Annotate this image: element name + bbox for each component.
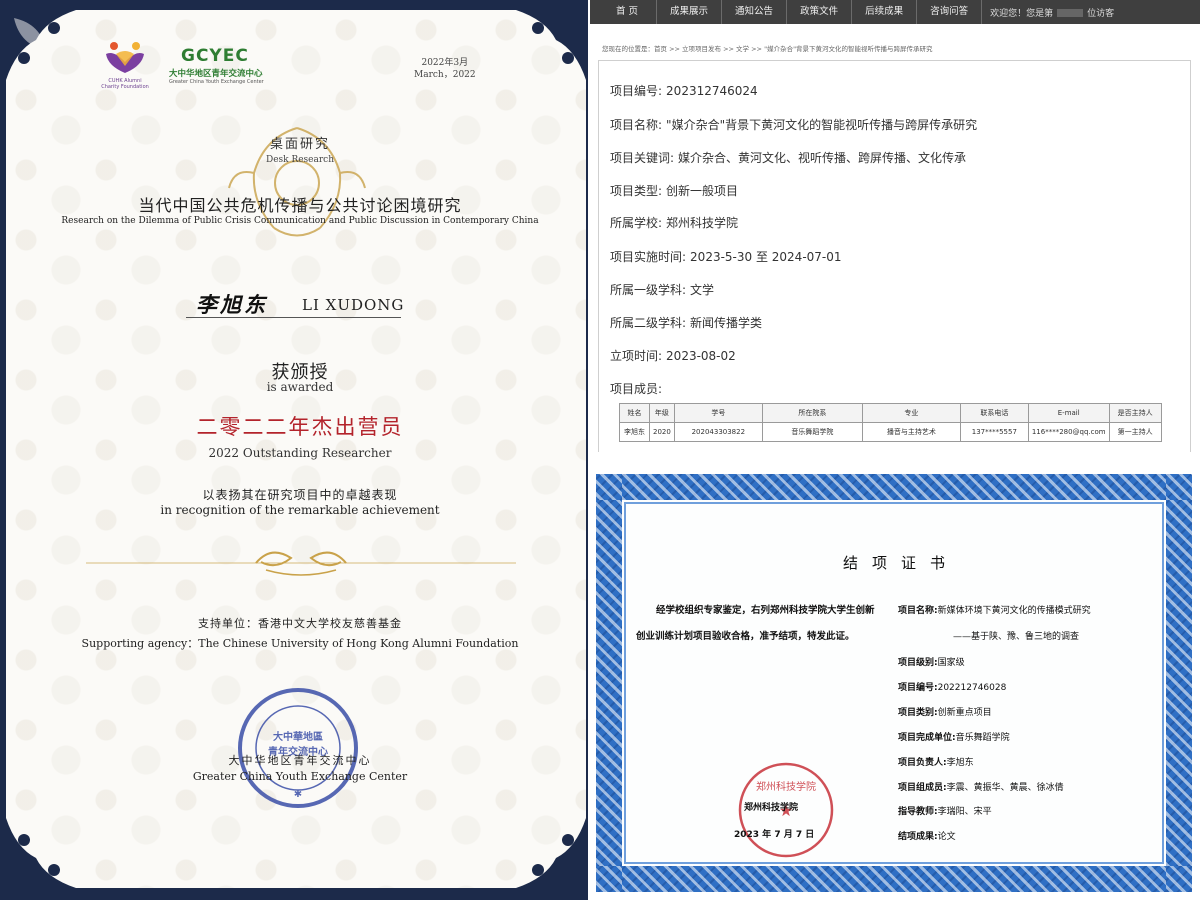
- row-level: 项目级别:国家级: [898, 658, 965, 668]
- table-header: 联系电话: [959, 403, 1029, 423]
- row-leader: 项目负责人:李旭东: [898, 758, 974, 768]
- recipient-name-cn: 李旭东: [196, 292, 268, 317]
- corner-ornament-icon: [496, 10, 586, 100]
- recognition-en: in recognition of the remarkable achieve…: [160, 503, 440, 517]
- content-frame-left: [598, 60, 599, 452]
- cuhk-logo-caption: CUHK Alumni Charity Foundation: [101, 78, 149, 90]
- date-en: March，2022: [414, 70, 476, 80]
- certificate-title: 结项证书: [842, 554, 959, 572]
- corner-ornament-icon: [496, 798, 586, 888]
- corner-ornament-icon: [6, 798, 96, 888]
- row-members: 项目组成员:李震、黄振华、黄晨、徐冰倩: [898, 783, 1064, 793]
- table-row: 李旭东 2020 202043303822 音乐舞蹈学院 播音与主持艺术 137…: [619, 422, 1162, 442]
- welcome-text: 欢迎您！您是第: [990, 8, 1054, 19]
- recipient-name-en: LI XUDONG: [302, 296, 405, 314]
- field-approval-date: 立项时间: 2023-08-02: [610, 349, 736, 363]
- research-title-en: Research on the Dilemma of Public Crisis…: [61, 216, 539, 226]
- table-cell: 137****5557: [959, 422, 1029, 442]
- field-secondary-discipline: 所属二级学科: 新闻传播学类: [610, 316, 763, 330]
- field-school: 所属学校: 郑州科技学院: [610, 216, 739, 230]
- nav-faq[interactable]: 咨询问答: [917, 0, 983, 24]
- awarded-en: is awarded: [266, 380, 334, 394]
- field-project-name: 项目名称: "媒介杂合"背景下黄河文化的智能视听传播与跨屏传承研究: [610, 118, 978, 132]
- breadcrumb[interactable]: 您现在的位置是：首页 >> 立项项目发布 >> 文学 >> "媒介杂合"背景下黄…: [602, 43, 933, 53]
- table-header: 专业: [861, 403, 961, 423]
- desk-research-cn: 桌面研究: [269, 137, 330, 152]
- gcyec-name-cn: 大中华地区青年交流中心: [169, 69, 263, 79]
- table-header: 姓名: [619, 403, 650, 423]
- award-title-en: 2022 Outstanding Researcher: [208, 446, 392, 460]
- table-cell: 音乐舞蹈学院: [761, 422, 863, 442]
- gcyec-abbr: GCYEC: [181, 46, 249, 66]
- table-header: 是否主持人: [1108, 403, 1162, 423]
- table-header: 年级: [649, 403, 675, 423]
- svg-text:大中華地區: 大中華地區: [273, 730, 323, 743]
- row-category: 项目类别:创新重点项目: [898, 708, 992, 718]
- row-unit: 项目完成单位:音乐舞蹈学院: [898, 733, 1010, 743]
- desk-research-en: Desk Research: [265, 155, 335, 165]
- gcyec-name-en: Greater China Youth Exchange Center: [169, 79, 264, 85]
- honor-certificate: CUHK Alumni Charity Foundation GCYEC 大中华…: [0, 0, 588, 900]
- heart-people-icon: [106, 42, 144, 73]
- issue-date: 2023 年 7 月 7 日: [734, 830, 815, 840]
- corner-ornament-icon: [6, 10, 96, 100]
- date-cn: 2022年3月: [421, 58, 469, 68]
- field-project-number: 项目编号: 202312746024: [610, 84, 758, 98]
- gold-divider-icon: [86, 551, 516, 576]
- nav-announcements[interactable]: 通知公告: [722, 0, 788, 24]
- row-number: 项目编号:202212746028: [898, 683, 1007, 693]
- supporting-agency-cn: 支持单位：香港中文大学校友慈善基金: [198, 617, 402, 630]
- field-keywords: 项目关键词: 媒介杂合、黄河文化、视听传播、跨屏传播、文化传承: [610, 151, 967, 165]
- svg-text:郑州科技学院: 郑州科技学院: [756, 780, 816, 793]
- nav-policies[interactable]: 政策文件: [787, 0, 853, 24]
- table-header-row: 姓名 年级 学号 所在院系 专业 联系电话 E-mail 是否主持人: [619, 403, 1162, 423]
- svg-text:✱: ✱: [294, 789, 302, 800]
- field-primary-discipline: 所属一级学科: 文学: [610, 283, 715, 297]
- top-navigation: 首 页 成果展示 通知公告 政策文件 后续成果 咨询问答 欢迎您！您是第 位访客: [590, 0, 1200, 24]
- award-title-cn: 二零二二年杰出营员: [196, 415, 404, 439]
- certificate-date: 2022年3月 March，2022: [414, 57, 476, 81]
- nav-achievements[interactable]: 成果展示: [657, 0, 723, 24]
- row-project-subtitle: ——基于陕、豫、鲁三地的调查: [953, 632, 1080, 642]
- table-header: 所在院系: [761, 403, 863, 423]
- certificate-bottom-border: [6, 888, 586, 900]
- field-project-type: 项目类型: 创新一般项目: [610, 184, 739, 198]
- supporting-agency-en: Supporting agency：The Chinese University…: [81, 637, 519, 650]
- name-underline: [186, 317, 401, 318]
- table-header: E-mail: [1027, 403, 1110, 423]
- row-project-name: 项目名称:新媒体环境下黄河文化的传播模式研究: [898, 606, 1091, 616]
- gcyec-stamp-icon: 大中華地區 青年交流中心 ✱: [238, 688, 358, 808]
- field-members: 项目成员:: [610, 382, 663, 396]
- content-frame-right: [1190, 60, 1191, 452]
- nav-home[interactable]: 首 页: [590, 0, 658, 24]
- content-frame-top: [598, 60, 1190, 61]
- nav-follow-up[interactable]: 后续成果: [852, 0, 918, 24]
- table-cell: 播音与主持艺术: [861, 422, 961, 442]
- visitor-counter: 欢迎您！您是第 位访客: [990, 6, 1114, 19]
- issuing-school: 郑州科技学院: [744, 803, 799, 813]
- cuhk-alumni-logo: CUHK Alumni Charity Foundation: [99, 40, 151, 90]
- gcyec-logo: GCYEC 大中华地区青年交流中心 Greater China Youth Ex…: [169, 46, 289, 85]
- row-result: 结项成果:论文: [898, 832, 956, 842]
- table-cell: 202043303822: [673, 422, 763, 442]
- table-cell: 第一主持人: [1108, 422, 1162, 442]
- issuer-cn: 大中华地区青年交流中心: [228, 754, 372, 767]
- counter-digits: [1057, 9, 1084, 17]
- issuer-en: Greater China Youth Exchange Center: [192, 770, 408, 783]
- table-header: 学号: [673, 403, 763, 423]
- table-cell: 116****280@qq.com: [1027, 422, 1110, 442]
- completion-certificate: 结项证书 经学校组织专家鉴定，右列郑州科技学院大学生创新创业训练计划项目验收合格…: [588, 452, 1200, 900]
- project-info-webpage: 首 页 成果展示 通知公告 政策文件 后续成果 咨询问答 欢迎您！您是第 位访客 …: [590, 0, 1200, 452]
- row-advisors: 指导教师:李瑞阳、宋平: [898, 807, 992, 817]
- research-title-cn: 当代中国公共危机传播与公共讨论困境研究: [138, 196, 462, 215]
- table-cell: 李旭东: [619, 422, 650, 442]
- recognition-cn: 以表扬其在研究项目中的卓越表现: [202, 488, 398, 502]
- certificate-body: 经学校组织专家鉴定，右列郑州科技学院大学生创新创业训练计划项目验收合格，准予结项…: [636, 605, 875, 642]
- members-table: 姓名 年级 学号 所在院系 专业 联系电话 E-mail 是否主持人 李旭东 2…: [619, 403, 1162, 442]
- table-cell: 2020: [649, 422, 675, 442]
- field-period: 项目实施时间: 2023-5-30 至 2024-07-01: [610, 250, 842, 264]
- visitor-suffix: 位访客: [1087, 8, 1115, 19]
- certificate-top-border: [6, 0, 586, 10]
